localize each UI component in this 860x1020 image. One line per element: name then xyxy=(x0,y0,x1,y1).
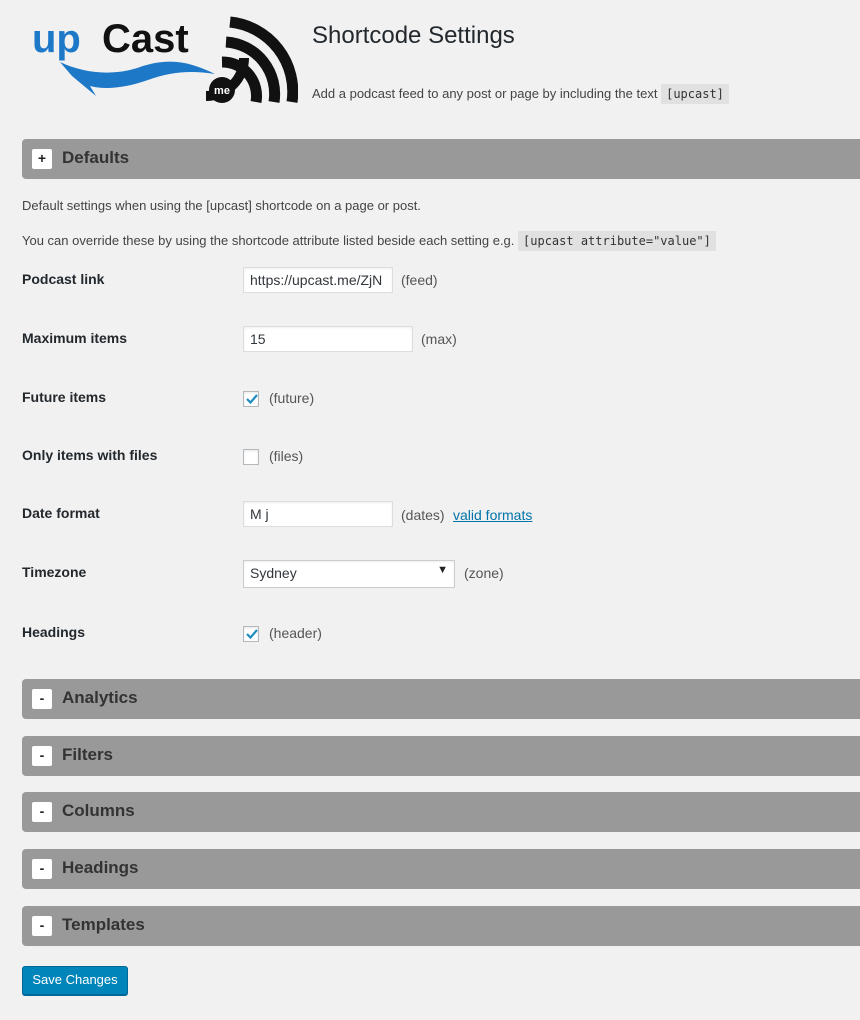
max-items-label: Maximum items xyxy=(22,330,128,346)
future-items-label: Future items xyxy=(22,389,107,405)
checkmark-icon xyxy=(246,629,258,640)
dropdown-arrow-icon: ▼ xyxy=(437,564,448,576)
section-title: Headings xyxy=(62,858,139,877)
intro-text: Add a podcast feed to any post or page b… xyxy=(312,84,729,104)
timezone-label: Timezone xyxy=(22,564,87,580)
header-attr: (header) xyxy=(269,625,322,641)
files-attr: (files) xyxy=(269,448,304,464)
section-title: Columns xyxy=(62,801,135,820)
timezone-value: Sydney xyxy=(250,565,297,581)
section-filters[interactable]: - Filters xyxy=(22,736,860,776)
future-items-checkbox[interactable] xyxy=(243,391,259,407)
headings-checkbox[interactable] xyxy=(243,626,259,642)
section-defaults[interactable]: + Defaults xyxy=(22,139,860,179)
section-templates[interactable]: - Templates xyxy=(22,906,860,946)
dates-attr: (dates) xyxy=(401,507,445,523)
save-changes-button[interactable]: Save Changes xyxy=(22,966,128,995)
collapse-icon[interactable]: - xyxy=(32,802,52,822)
future-attr: (future) xyxy=(269,390,315,406)
collapse-icon[interactable]: - xyxy=(32,916,52,936)
section-title: Templates xyxy=(62,915,145,934)
only-files-label: Only items with files xyxy=(22,447,158,463)
only-files-checkbox[interactable] xyxy=(243,449,259,465)
expand-icon[interactable]: + xyxy=(32,149,52,169)
intro-code: [upcast] xyxy=(661,84,729,104)
collapse-icon[interactable]: - xyxy=(32,859,52,879)
collapse-icon[interactable]: - xyxy=(32,746,52,766)
section-headings[interactable]: - Headings xyxy=(22,849,860,889)
section-analytics[interactable]: - Analytics xyxy=(22,679,860,719)
checkmark-icon xyxy=(246,394,258,405)
podcast-link-label: Podcast link xyxy=(22,271,105,287)
podcast-link-input[interactable]: https://upcast.me/ZjN xyxy=(243,267,393,293)
section-title: Defaults xyxy=(62,148,130,167)
override-code: [upcast attribute="value"] xyxy=(518,231,716,251)
valid-formats-link[interactable]: valid formats xyxy=(453,507,532,523)
date-format-input[interactable]: M j xyxy=(243,501,393,527)
svg-text:me: me xyxy=(214,85,230,97)
page-title: Shortcode Settings xyxy=(312,22,515,49)
zone-attr: (zone) xyxy=(464,565,504,581)
date-format-label: Date format xyxy=(22,505,100,521)
svg-text:Cast: Cast xyxy=(102,17,189,61)
section-title: Filters xyxy=(62,745,114,764)
timezone-select[interactable]: Sydney ▼ xyxy=(243,560,455,588)
max-items-input[interactable]: 15 xyxy=(243,326,413,352)
feed-attr: (feed) xyxy=(401,272,438,288)
upcast-logo: up Cast me xyxy=(30,12,299,106)
override-description: You can override these by using the shor… xyxy=(22,231,716,251)
svg-text:up: up xyxy=(32,17,81,61)
max-attr: (max) xyxy=(421,331,457,347)
headings-label: Headings xyxy=(22,624,86,640)
defaults-description: Default settings when using the [upcast]… xyxy=(22,198,421,213)
section-columns[interactable]: - Columns xyxy=(22,792,860,832)
collapse-icon[interactable]: - xyxy=(32,689,52,709)
section-title: Analytics xyxy=(62,688,138,707)
